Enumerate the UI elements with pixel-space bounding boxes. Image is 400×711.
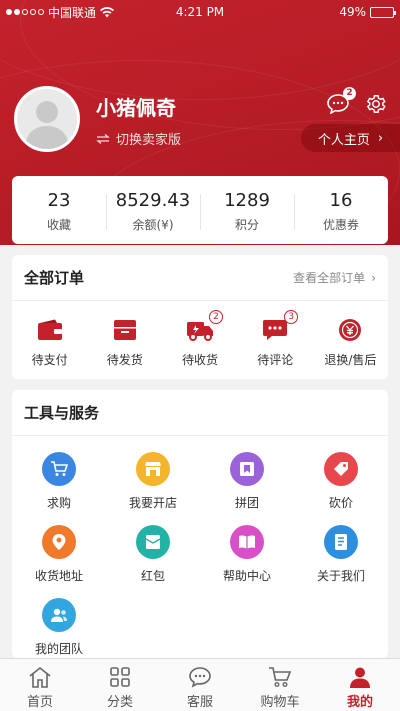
team-icon xyxy=(42,598,76,632)
tag-icon xyxy=(324,452,358,486)
avatar[interactable] xyxy=(14,86,80,152)
stat-value: 23 xyxy=(47,189,71,211)
order-pending-shipment[interactable]: 待发货 xyxy=(87,315,162,368)
group-buy-icon xyxy=(230,452,264,486)
orders-title: 全部订单 xyxy=(24,269,85,287)
tool-label: 拼团 xyxy=(234,496,259,510)
tab-bar: 首页 分类 客服 购物车 我的 xyxy=(0,658,400,711)
chat-icon xyxy=(189,667,211,688)
order-after-sales[interactable]: 退换/售后 xyxy=(313,315,388,368)
cart-icon xyxy=(42,452,76,486)
red-envelope-icon xyxy=(136,525,170,559)
store-icon xyxy=(136,452,170,486)
order-badge: 3 xyxy=(284,310,299,324)
tab-label: 客服 xyxy=(186,695,213,710)
stats-card: 23 收藏 8529.43 余额(¥) 1289 积分 16 优惠券 xyxy=(12,176,388,244)
tab-profile[interactable]: 我的 xyxy=(320,659,400,711)
order-label: 退换/售后 xyxy=(324,353,377,367)
order-label: 待评论 xyxy=(257,353,294,367)
tool-about-us[interactable]: 关于我们 xyxy=(294,525,388,584)
tools-card: 工具与服务 求购 我要开店 拼团 砍价 收货地址 红包 帮助中心 关于我们 我的… xyxy=(12,390,388,658)
view-all-orders-label: 查看全部订单 xyxy=(293,271,366,285)
tab-category[interactable]: 分类 xyxy=(80,659,160,711)
tool-bargain[interactable]: 砍价 xyxy=(294,452,388,511)
tool-label: 关于我们 xyxy=(316,569,365,583)
order-pending-review[interactable]: 3 待评论 xyxy=(238,310,313,368)
order-pending-payment[interactable]: 待支付 xyxy=(12,315,87,368)
settings-button[interactable] xyxy=(364,92,388,116)
tool-label: 帮助中心 xyxy=(222,569,271,583)
tab-home[interactable]: 首页 xyxy=(0,659,80,711)
order-label: 待支付 xyxy=(31,353,68,367)
tool-label: 求购 xyxy=(46,496,71,510)
stat-label: 收藏 xyxy=(46,217,71,232)
home-icon xyxy=(29,666,51,688)
order-badge: 2 xyxy=(209,310,223,324)
tab-cart[interactable]: 购物车 xyxy=(240,659,320,711)
truck-icon xyxy=(187,322,213,341)
tool-label: 砍价 xyxy=(328,496,353,510)
tool-my-team[interactable]: 我的团队 xyxy=(12,598,106,657)
stat-label: 优惠券 xyxy=(322,217,359,232)
tab-label: 我的 xyxy=(346,695,373,710)
battery-percent: 49% xyxy=(339,5,366,19)
order-pending-receipt[interactable]: 2 待收货 xyxy=(162,310,237,368)
tool-help-center[interactable]: 帮助中心 xyxy=(200,525,294,584)
battery-icon xyxy=(370,6,396,18)
gear-icon xyxy=(366,95,386,113)
orders-card: 全部订单 查看全部订单 › 待支付 待发货 2 待收货 3 待评论 退换/售后 xyxy=(12,255,388,379)
switch-seller-label: 切换卖家版 xyxy=(116,133,182,148)
carrier-label: 中国联通 xyxy=(48,5,97,20)
tab-customer-service[interactable]: 客服 xyxy=(160,659,240,711)
message-badge: 2 xyxy=(343,87,356,100)
tool-group-buy[interactable]: 拼团 xyxy=(200,452,294,511)
tab-label: 首页 xyxy=(26,695,53,710)
tool-label: 我的团队 xyxy=(34,642,83,656)
grid-icon xyxy=(110,667,130,687)
tool-open-store[interactable]: 我要开店 xyxy=(106,452,200,511)
package-icon xyxy=(113,320,136,340)
stat-coupons[interactable]: 16 优惠券 xyxy=(294,188,388,233)
tool-label: 收货地址 xyxy=(34,569,83,583)
stat-value: 1289 xyxy=(224,189,270,211)
default-avatar-icon xyxy=(25,101,69,149)
stat-balance[interactable]: 8529.43 余额(¥) xyxy=(106,188,200,233)
user-icon xyxy=(350,667,370,688)
tool-shipping-address[interactable]: 收货地址 xyxy=(12,525,106,584)
wifi-icon xyxy=(100,6,115,18)
wallet-icon xyxy=(37,319,62,340)
status-bar: 中国联通 4:21 PM 49% xyxy=(0,0,400,24)
stat-label: 余额(¥) xyxy=(132,217,174,232)
stat-favorites[interactable]: 23 收藏 xyxy=(12,188,106,233)
personal-homepage-button[interactable]: 个人主页 › xyxy=(301,124,400,152)
chevron-right-icon: › xyxy=(371,270,376,285)
comment-icon xyxy=(263,320,288,340)
order-label: 待发货 xyxy=(106,353,143,367)
tool-purchase-request[interactable]: 求购 xyxy=(12,452,106,511)
view-all-orders-link[interactable]: 查看全部订单 › xyxy=(293,269,376,286)
stat-value: 8529.43 xyxy=(115,189,191,211)
chevron-right-icon: › xyxy=(377,130,384,146)
order-label: 待收货 xyxy=(182,353,219,367)
personal-homepage-label: 个人主页 xyxy=(317,132,370,148)
location-icon xyxy=(42,525,76,559)
stat-label: 积分 xyxy=(234,217,259,232)
cart-icon xyxy=(269,667,292,688)
refund-icon xyxy=(339,319,362,341)
stat-value: 16 xyxy=(329,189,353,211)
swap-icon xyxy=(96,133,110,144)
signal-icon xyxy=(6,9,44,15)
tools-title: 工具与服务 xyxy=(24,404,100,422)
tool-red-envelope[interactable]: 红包 xyxy=(106,525,200,584)
tool-label: 我要开店 xyxy=(128,496,177,510)
stat-points[interactable]: 1289 积分 xyxy=(200,188,294,233)
document-icon xyxy=(324,525,358,559)
book-icon xyxy=(230,525,264,559)
message-button[interactable]: 2 xyxy=(326,87,356,116)
tool-label: 红包 xyxy=(140,569,165,583)
tab-label: 分类 xyxy=(106,695,133,710)
tab-label: 购物车 xyxy=(260,695,300,710)
switch-seller-link[interactable]: 切换卖家版 xyxy=(96,129,181,148)
username: 小猪佩奇 xyxy=(96,96,176,120)
